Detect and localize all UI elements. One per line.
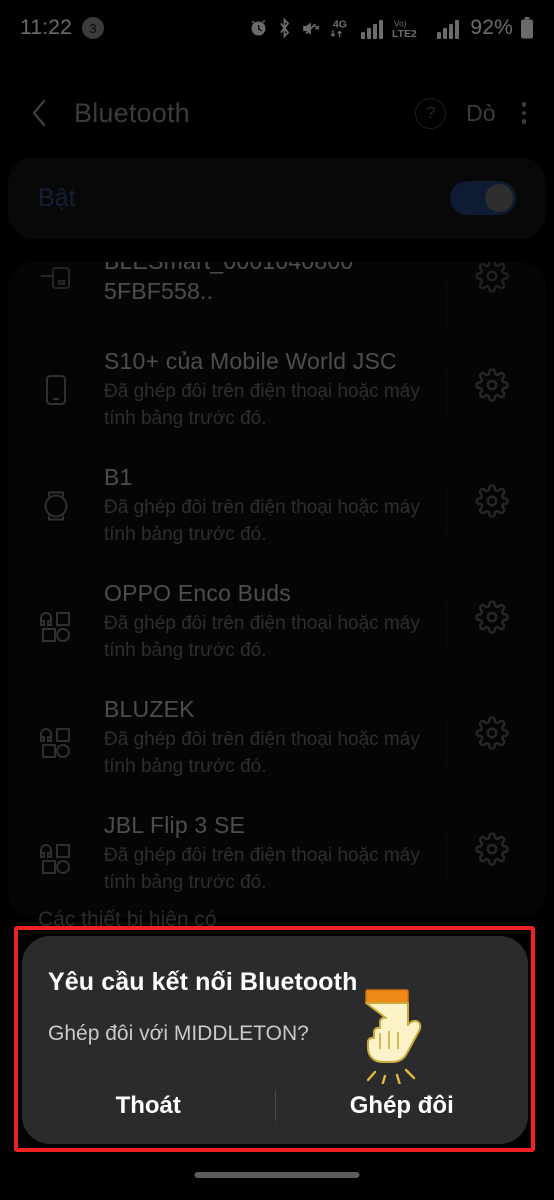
cursor-tap-burst	[366, 1068, 416, 1088]
pointing-hand-cursor	[348, 988, 434, 1088]
home-indicator[interactable]	[194, 1172, 360, 1178]
phone-screen: 11:22 3	[0, 0, 554, 1200]
cursor-hand	[365, 1002, 422, 1063]
cursor-cuff	[365, 989, 409, 1004]
annotation-highlight-box	[14, 926, 535, 1152]
